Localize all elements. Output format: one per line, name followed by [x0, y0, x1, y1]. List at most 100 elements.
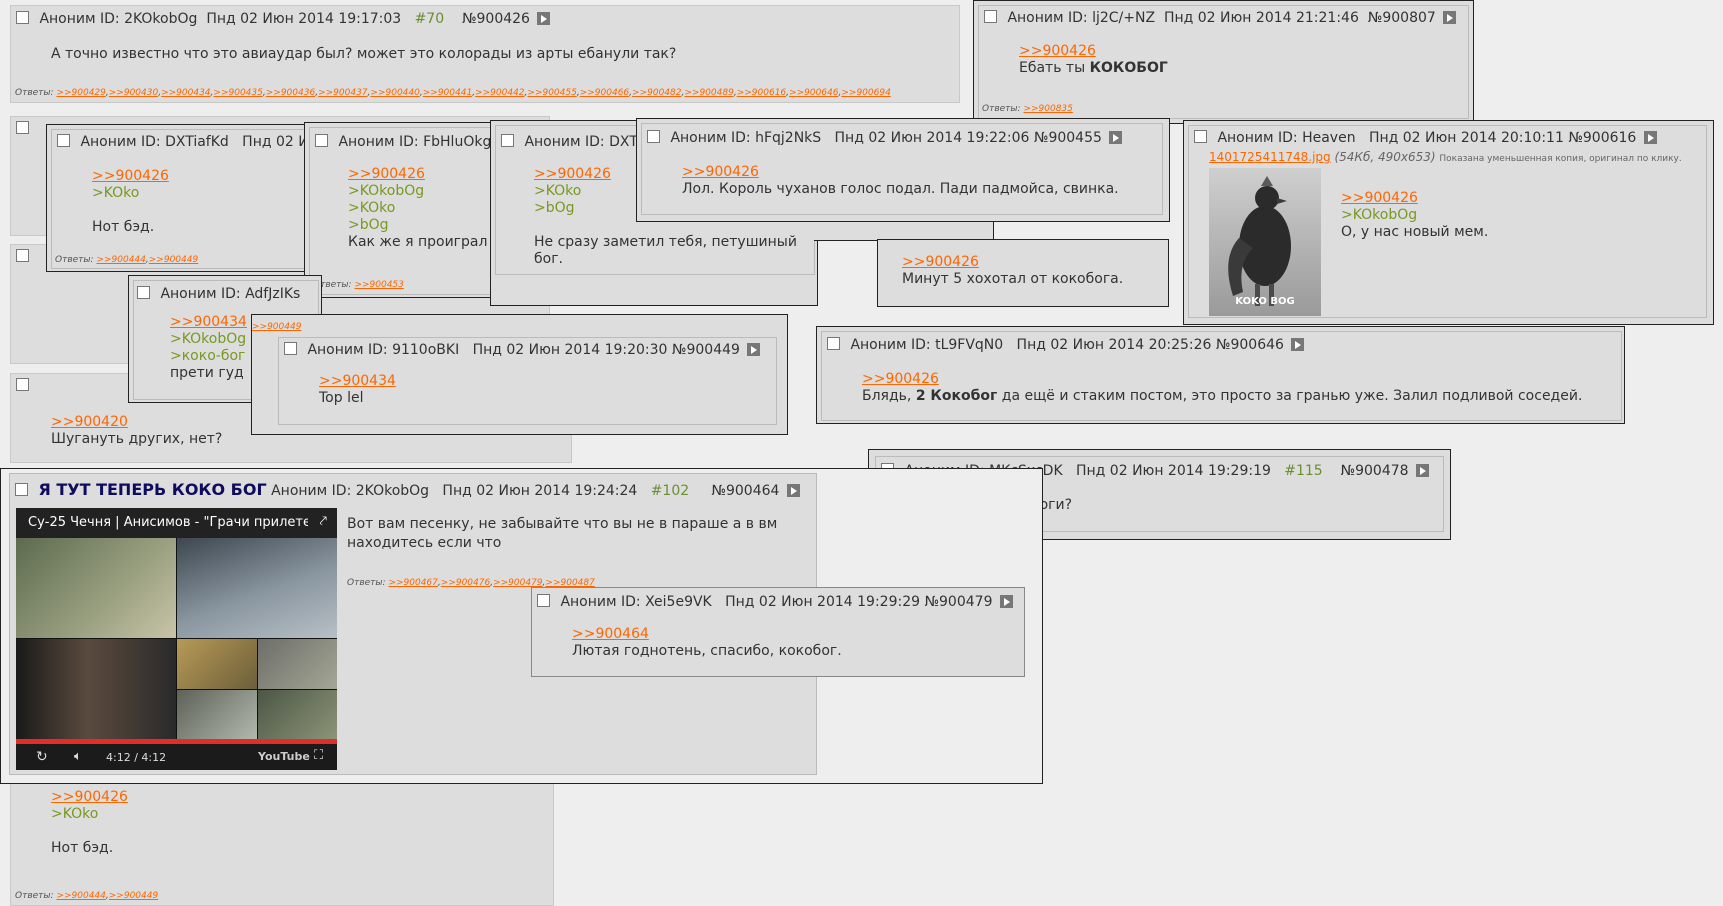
reply-ref[interactable]: >>900489: [684, 88, 733, 98]
reply-ref[interactable]: >>900441: [423, 88, 472, 98]
video-frame-soldier: [16, 538, 176, 638]
reply-link[interactable]: >>900434: [170, 314, 247, 331]
reply-link[interactable]: >>900426: [682, 164, 1119, 181]
post-number[interactable]: №900479: [924, 594, 992, 610]
select-checkbox[interactable]: [827, 337, 840, 350]
reply-link[interactable]: >>900426: [51, 789, 128, 806]
reply-ref[interactable]: >>900442: [475, 88, 524, 98]
poster-name: Аноним ID: hFqj2NkS: [670, 130, 822, 146]
greentext-quote: >KOkobOg: [1341, 207, 1418, 223]
select-checkbox[interactable]: [315, 134, 328, 147]
file-note: Показана уменьшенная копия, оригинал по …: [1439, 154, 1682, 164]
select-checkbox[interactable]: [57, 134, 70, 147]
reply-ref[interactable]: >>900430: [109, 88, 158, 98]
reply-ref[interactable]: >>900646: [789, 88, 838, 98]
reply-ref[interactable]: >>900436: [266, 88, 315, 98]
reply-ref[interactable]: >>900455: [527, 88, 576, 98]
video-frame-helmet: [177, 690, 257, 739]
select-checkbox[interactable]: [16, 249, 29, 262]
file-link[interactable]: 1401725411748.jpg: [1209, 150, 1331, 164]
rooster-thumbnail[interactable]: KOKO BOG: [1209, 168, 1321, 316]
select-checkbox[interactable]: [501, 134, 514, 147]
post-number[interactable]: №900449: [672, 342, 740, 358]
expand-icon[interactable]: [1416, 464, 1429, 477]
reply-link[interactable]: >>900426: [1019, 43, 1168, 60]
reply-ref[interactable]: >>900476: [441, 578, 490, 588]
reply-ref[interactable]: >>900694: [841, 88, 890, 98]
volume-icon[interactable]: 🔈︎: [74, 749, 82, 764]
image-caption: KOKO BOG: [1235, 296, 1294, 307]
reply-link[interactable]: >>900420: [51, 414, 222, 431]
greentext-quote: >KOko: [348, 200, 396, 216]
select-checkbox[interactable]: [16, 121, 29, 134]
popup-fbhluokg: Аноним ID: FbHluOkg >>900426 >KOkobOg >K…: [304, 122, 494, 298]
post-number[interactable]: №900478: [1341, 463, 1409, 479]
post-index: #70: [414, 11, 445, 27]
post-text: О, у нас новый мем.: [1341, 224, 1489, 240]
expand-icon[interactable]: [1643, 131, 1657, 144]
post-text: Блядь, 2 Кокобог да ещё и стаким постом,…: [862, 388, 1583, 404]
reply-ref[interactable]: >>900467: [388, 578, 437, 588]
youtube-logo[interactable]: YouTube: [258, 750, 310, 763]
select-checkbox[interactable]: [16, 378, 29, 391]
expand-icon[interactable]: [999, 595, 1013, 608]
select-checkbox[interactable]: [284, 342, 297, 355]
select-checkbox[interactable]: [137, 286, 150, 299]
post-number[interactable]: №900807: [1368, 10, 1436, 26]
post-number[interactable]: №900426: [462, 11, 530, 27]
reply-ref[interactable]: >>900444: [96, 255, 145, 265]
expand-icon[interactable]: [537, 12, 551, 25]
reply-link[interactable]: >>900426: [902, 254, 1123, 271]
reply-ref[interactable]: >>900449: [252, 322, 301, 332]
reply-link[interactable]: >>900426: [862, 371, 1582, 388]
select-checkbox[interactable]: [1194, 130, 1207, 143]
reply-ref[interactable]: >>900449: [149, 255, 198, 265]
video-title[interactable]: Су-25 Чечня | Анисимов - "Грачи прилетел…: [28, 515, 308, 530]
reply-ref[interactable]: >>900453: [354, 280, 403, 290]
post-number[interactable]: №900616: [1568, 130, 1636, 146]
reply-link[interactable]: >>900426: [1341, 190, 1488, 207]
post-date: Пнд 02 И: [242, 134, 305, 150]
select-checkbox[interactable]: [647, 130, 660, 143]
expand-icon[interactable]: [1109, 131, 1123, 144]
expand-icon[interactable]: [1291, 338, 1305, 351]
reply-ref[interactable]: >>900466: [580, 88, 629, 98]
post-date: Пнд 02 Июн 2014 21:21:46: [1163, 10, 1359, 26]
post-date: Пнд 02 Июн 2014 20:25:26: [1016, 337, 1212, 353]
reply-ref[interactable]: >>900434: [161, 88, 210, 98]
post-number[interactable]: №900455: [1034, 130, 1102, 146]
reply-ref[interactable]: >>900449: [109, 891, 158, 901]
reply-ref[interactable]: >>900444: [56, 891, 105, 901]
post-900807: Аноним ID: lj2C/+NZ Пнд 02 Июн 2014 21:2…: [978, 5, 1469, 119]
poster-name: Аноним ID: AdfJzIKs: [160, 286, 301, 302]
reply-link[interactable]: >>900464: [572, 626, 842, 643]
reply-link[interactable]: >>900426: [348, 166, 487, 183]
reply-ref[interactable]: >>900440: [370, 88, 419, 98]
reply-ref[interactable]: >>900435: [213, 88, 262, 98]
fullscreen-icon[interactable]: ⛶: [314, 748, 323, 763]
post-number[interactable]: №900464: [711, 483, 779, 499]
poster-name: Аноним ID: 2KOkobOg: [271, 483, 430, 499]
post-number[interactable]: №900646: [1216, 337, 1284, 353]
expand-icon[interactable]: [786, 484, 800, 497]
select-checkbox[interactable]: [15, 483, 28, 496]
expand-icon[interactable]: [747, 343, 761, 356]
reply-ref[interactable]: >>900835: [1023, 104, 1072, 114]
video-player[interactable]: Су-25 Чечня | Анисимов - "Грачи прилетел…: [16, 508, 337, 770]
share-icon[interactable]: ⤤: [320, 514, 327, 529]
select-checkbox[interactable]: [16, 11, 29, 24]
select-checkbox[interactable]: [984, 10, 997, 23]
reply-link[interactable]: >>900426: [92, 168, 169, 185]
popup-900449: >>900449 Аноним ID: 9110oBKI Пнд 02 Июн …: [251, 314, 788, 435]
post-text: А точно известно что это авиаудар был? м…: [51, 46, 677, 62]
reply-ref[interactable]: >>900616: [737, 88, 786, 98]
select-checkbox[interactable]: [537, 594, 550, 607]
reply-ref[interactable]: >>900437: [318, 88, 367, 98]
expand-icon[interactable]: [1443, 11, 1457, 24]
poster-name: Аноним ID: lj2C/+NZ: [1007, 10, 1156, 26]
replay-icon[interactable]: ↻: [36, 749, 48, 765]
post-subject: Я ТУТ ТЕПЕРЬ КОКО БОГ: [38, 480, 267, 499]
reply-ref[interactable]: >>900482: [632, 88, 681, 98]
reply-link[interactable]: >>900434: [319, 373, 396, 390]
reply-ref[interactable]: >>900429: [56, 88, 105, 98]
